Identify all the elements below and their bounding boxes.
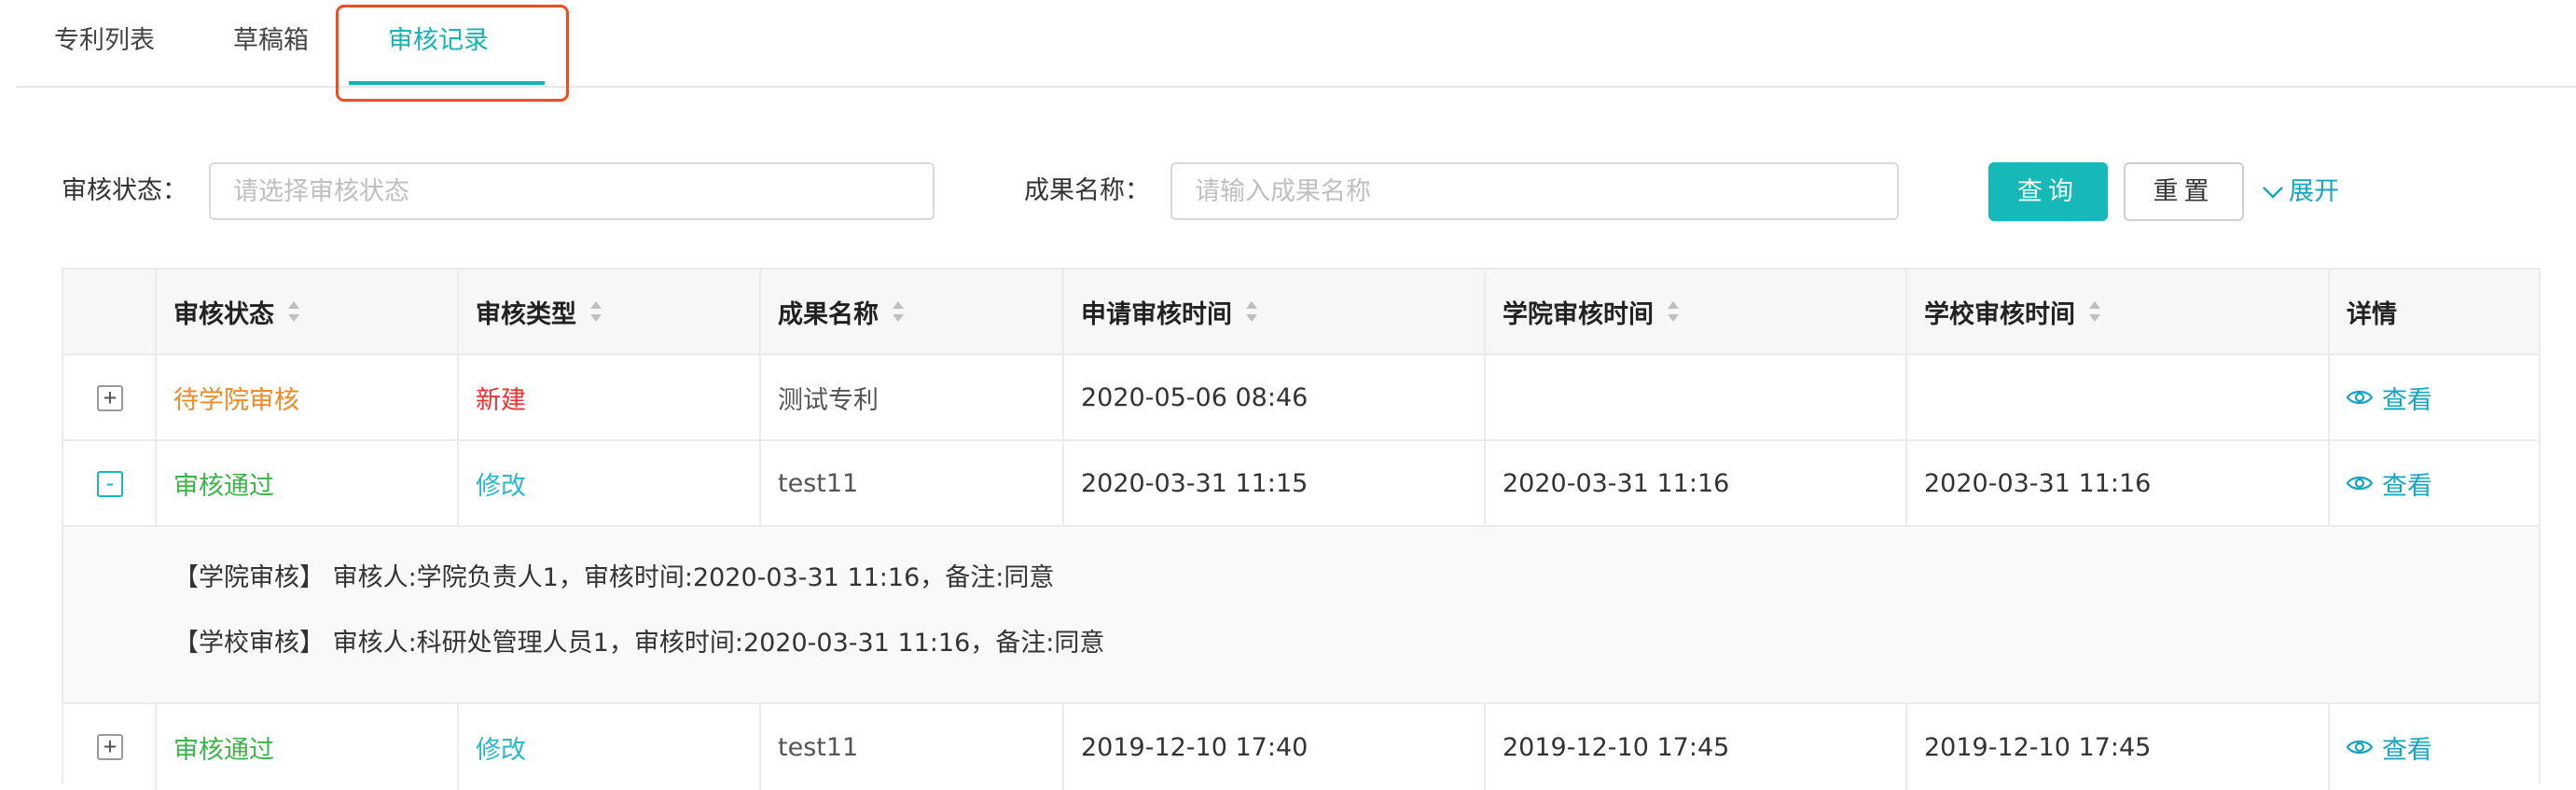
expanded-detail-row: 【学院审核】 审核人:学院负责人1，审核时间:2020-03-31 11:16，… xyxy=(63,527,2539,704)
table-row: + 审核通过 修改 test11 2019-12-10 17:40 2019-1… xyxy=(63,704,2539,790)
expand-label: 展开 xyxy=(2289,177,2339,206)
status-cell: 审核通过 xyxy=(173,471,274,501)
header-detail: 详情 xyxy=(2347,299,2397,329)
college-time-cell: 2019-12-10 17:45 xyxy=(1503,732,1730,762)
apply-time-cell: 2020-03-31 11:15 xyxy=(1081,468,1309,498)
name-input[interactable] xyxy=(1170,162,1899,220)
view-detail-link[interactable]: 查看 xyxy=(2347,355,2432,439)
column-divider xyxy=(1484,270,1486,527)
header-school-time[interactable]: 学校审核时间 xyxy=(1924,270,2101,353)
header-name[interactable]: 成果名称 xyxy=(778,270,905,353)
column-divider xyxy=(155,270,157,527)
eye-icon xyxy=(2347,476,2373,491)
sort-icon[interactable] xyxy=(892,299,905,324)
reset-button[interactable]: 重置 xyxy=(2124,162,2244,221)
column-divider xyxy=(759,270,761,527)
college-audit-detail: 【学院审核】 审核人:学院负责人1，审核时间:2020-03-31 11:16，… xyxy=(173,563,1055,592)
column-divider xyxy=(1062,270,1064,527)
column-divider xyxy=(1905,270,1907,527)
type-cell: 新建 xyxy=(476,385,526,415)
sort-icon[interactable] xyxy=(1245,299,1258,324)
expand-row-button[interactable]: + xyxy=(97,385,123,411)
type-cell: 修改 xyxy=(476,735,526,765)
audit-records-page: 专利列表 草稿箱 审核记录 审核状态： 成果名称： 查询 重置 展开 审核状态 … xyxy=(0,0,2576,790)
type-cell: 修改 xyxy=(476,471,526,501)
column-divider xyxy=(1062,704,1064,790)
name-cell: test11 xyxy=(778,732,859,762)
table-row: - 审核通过 修改 test11 2020-03-31 11:15 2020-0… xyxy=(63,441,2539,527)
column-divider xyxy=(759,704,761,790)
table-header-row: 审核状态 审核类型 成果名称 申请审核时间 学院审核时间 学校审核时间 详情 xyxy=(63,270,2539,355)
header-apply-time[interactable]: 申请审核时间 xyxy=(1081,270,1258,353)
column-divider xyxy=(155,704,157,790)
name-filter-label: 成果名称： xyxy=(1024,176,1150,205)
column-divider xyxy=(2328,270,2330,527)
header-status[interactable]: 审核状态 xyxy=(173,270,300,353)
tab-patent-list[interactable]: 专利列表 xyxy=(54,0,155,86)
status-select[interactable] xyxy=(209,162,935,220)
sort-icon[interactable] xyxy=(1667,299,1680,324)
header-college-time[interactable]: 学院审核时间 xyxy=(1503,270,1680,353)
view-detail-link[interactable]: 查看 xyxy=(2347,441,2432,525)
expand-row-button[interactable]: + xyxy=(97,734,123,760)
column-divider xyxy=(2328,704,2330,790)
column-divider xyxy=(1484,704,1486,790)
school-audit-detail: 【学校审核】 审核人:科研处管理人员1，审核时间:2020-03-31 11:1… xyxy=(173,629,1105,658)
status-cell: 审核通过 xyxy=(173,735,274,765)
sort-icon[interactable] xyxy=(589,299,602,324)
college-time-cell: 2020-03-31 11:16 xyxy=(1503,468,1730,498)
header-type[interactable]: 审核类型 xyxy=(476,270,602,353)
tab-drafts[interactable]: 草稿箱 xyxy=(233,0,309,86)
school-time-cell: 2019-12-10 17:45 xyxy=(1924,732,2152,762)
apply-time-cell: 2020-05-06 08:46 xyxy=(1081,382,1309,412)
eye-icon xyxy=(2347,740,2373,755)
expand-filters-link[interactable]: 展开 xyxy=(2261,173,2339,211)
column-divider xyxy=(457,270,459,527)
column-divider xyxy=(1905,704,1907,790)
sort-icon[interactable] xyxy=(2088,299,2101,324)
audit-records-table: 审核状态 审核类型 成果名称 申请审核时间 学院审核时间 学校审核时间 详情 +… xyxy=(62,268,2541,790)
name-cell: 测试专利 xyxy=(778,385,879,415)
status-filter-label: 审核状态： xyxy=(62,176,187,205)
table-row: + 待学院审核 新建 测试专利 2020-05-06 08:46 查看 xyxy=(63,355,2539,441)
collapse-row-button[interactable]: - xyxy=(97,471,123,497)
status-cell: 待学院审核 xyxy=(173,385,299,415)
view-detail-link[interactable]: 查看 xyxy=(2347,704,2432,790)
chevron-down-icon xyxy=(2263,187,2283,199)
eye-icon xyxy=(2347,390,2373,405)
column-divider xyxy=(457,704,459,790)
apply-time-cell: 2019-12-10 17:40 xyxy=(1081,732,1309,762)
name-cell: test11 xyxy=(778,468,859,498)
school-time-cell: 2020-03-31 11:16 xyxy=(1924,468,2152,498)
sort-icon[interactable] xyxy=(287,299,300,324)
query-button[interactable]: 查询 xyxy=(1988,162,2108,221)
highlight-annotation xyxy=(336,5,569,102)
